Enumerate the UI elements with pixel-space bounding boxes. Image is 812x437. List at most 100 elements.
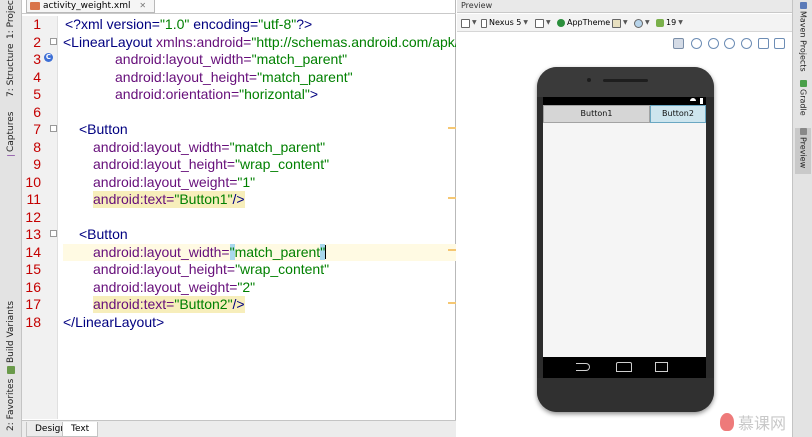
refresh-icon[interactable] xyxy=(741,38,752,49)
device-icon xyxy=(481,18,487,28)
navigation-bar xyxy=(543,357,706,378)
chevron-down-icon: ▼ xyxy=(546,19,551,26)
captures-tool-tab[interactable]: Captures xyxy=(2,112,20,156)
close-tab-icon[interactable]: ✕ xyxy=(139,1,146,10)
tab-divider xyxy=(22,13,456,14)
recent-apps-icon xyxy=(655,362,668,372)
zoom-out-icon[interactable] xyxy=(724,38,735,49)
stripe-mark[interactable] xyxy=(448,127,456,129)
captures-icon xyxy=(7,155,15,156)
preview-toolbar: ▼ Nexus 5 ▼ ▼ AppTheme ▼ ▼ 19 ▼ xyxy=(457,14,792,32)
device-dropdown[interactable]: Nexus 5 ▼ xyxy=(481,17,528,29)
chevron-down-icon: ▼ xyxy=(678,19,683,26)
api-level-dropdown[interactable]: 19 ▼ xyxy=(656,17,683,29)
code-line-current: android:layout_width="match_parent" xyxy=(93,243,327,260)
fold-marker-icon[interactable] xyxy=(50,38,57,45)
camera-icon xyxy=(587,78,591,82)
stripe-mark[interactable] xyxy=(448,197,456,199)
device-label: Nexus 5 xyxy=(489,18,522,27)
gradle-tool-tab[interactable]: Gradle xyxy=(795,80,811,122)
code-line: <Button xyxy=(79,121,128,137)
back-icon xyxy=(576,363,590,371)
line-number: 3 xyxy=(33,51,41,67)
code-line: android:layout_width="match_parent" xyxy=(115,51,348,67)
line-gutter: 1 2 3 4 5 6 7 8 9 10 11 12 13 14 15 16 1… xyxy=(22,16,58,419)
watermark: 慕课网 xyxy=(720,411,786,433)
line-number: 4 xyxy=(33,68,41,85)
line-number: 17 xyxy=(25,296,41,312)
line-number: 13 xyxy=(25,226,41,242)
home-icon xyxy=(616,362,632,372)
settings-icon[interactable] xyxy=(774,38,785,49)
project-tool-tab[interactable]: 1: Project xyxy=(2,0,20,42)
zoom-to-fit-icon[interactable] xyxy=(673,38,684,49)
preview-title: Preview xyxy=(457,0,792,13)
tab-text[interactable]: Text xyxy=(62,422,99,437)
fold-marker-icon[interactable] xyxy=(50,230,57,237)
device-top-bezel xyxy=(537,67,714,97)
stripe-mark[interactable] xyxy=(448,249,456,251)
maven-icon xyxy=(799,2,807,9)
gradle-label: Gradle xyxy=(798,89,808,116)
gradle-icon xyxy=(799,80,807,87)
line-number: 1 xyxy=(33,16,41,32)
device-screen[interactable]: Button1 Button2 xyxy=(543,97,706,378)
build-variants-tool-tab[interactable]: Build Variants xyxy=(2,296,20,374)
zoom-in-icon[interactable] xyxy=(708,38,719,49)
zoom-actual-icon[interactable] xyxy=(691,38,702,49)
structure-tool-tab[interactable]: 7: Structure xyxy=(2,44,20,100)
preview-button2[interactable]: Button2 xyxy=(650,105,706,123)
maven-projects-tool-tab[interactable]: Maven Projects xyxy=(795,2,811,72)
code-line: android:layout_height="wrap_content" xyxy=(93,156,330,172)
code-line: <?xml version="1.0" encoding="utf-8"?> xyxy=(65,16,313,32)
stripe-mark[interactable] xyxy=(448,302,456,304)
activity-icon xyxy=(612,18,621,28)
line-number: 5 xyxy=(33,86,41,102)
orientation-dropdown[interactable]: ▼ xyxy=(535,17,551,29)
maven-projects-label: Maven Projects xyxy=(798,11,808,72)
chevron-down-icon: ▼ xyxy=(523,19,528,26)
captures-tool-label: Captures xyxy=(6,112,16,153)
line-number: 16 xyxy=(25,278,41,295)
line-number: 10 xyxy=(25,173,41,190)
line-number: 18 xyxy=(25,313,41,330)
line-number: 11 xyxy=(26,191,41,207)
left-tool-strip: 1: Project 7: Structure Captures Build V… xyxy=(0,0,22,437)
code-area[interactable]: <?xml version="1.0" encoding="utf-8"?> <… xyxy=(63,16,456,419)
editor-mode-tabs: Design Text xyxy=(22,420,456,437)
code-line: android:text="Button2"/> xyxy=(93,296,245,313)
battery-icon xyxy=(700,98,703,104)
theme-label: AppTheme xyxy=(567,18,611,27)
preview-panel: Preview ▼ Nexus 5 ▼ ▼ AppTheme ▼ ▼ 19 ▼ Bu… xyxy=(457,0,792,437)
project-tool-label: 1: Project xyxy=(6,0,16,39)
favorites-tool-tab[interactable]: 2: Favorites xyxy=(2,379,20,434)
class-marker-icon[interactable]: C xyxy=(44,53,53,62)
activity-dropdown[interactable]: ▼ xyxy=(612,17,628,29)
fold-marker-icon[interactable] xyxy=(50,125,57,132)
code-line: android:layout_height="match_parent" xyxy=(115,68,353,85)
code-line: android:layout_weight="1" xyxy=(93,173,256,190)
preview-button1[interactable]: Button1 xyxy=(543,105,650,123)
android-icon xyxy=(656,19,664,27)
locale-dropdown[interactable]: ▼ xyxy=(634,17,650,29)
theme-icon xyxy=(557,19,565,27)
text-caret xyxy=(325,244,327,259)
line-number: 14 xyxy=(25,243,41,260)
chevron-down-icon: ▼ xyxy=(623,19,628,26)
zoom-toolbar xyxy=(457,33,792,53)
line-number: 7 xyxy=(33,121,41,137)
xml-editor[interactable]: activity_weight.xml ✕ 1 2 3 4 5 6 7 8 9 … xyxy=(22,0,456,437)
preview-tool-tab[interactable]: Preview xyxy=(795,128,811,174)
line-number: 9 xyxy=(33,156,41,172)
screenshot-icon[interactable] xyxy=(758,38,769,49)
speaker-grille xyxy=(603,79,648,82)
right-tool-strip: Maven Projects Gradle Preview xyxy=(792,0,812,437)
layout-file-dropdown[interactable]: ▼ xyxy=(461,17,477,29)
line-number: 8 xyxy=(33,138,41,155)
line-number: 6 xyxy=(33,103,41,120)
watermark-text: 慕课网 xyxy=(738,414,787,433)
file-tab-activity-weight[interactable]: activity_weight.xml ✕ xyxy=(26,0,156,13)
chevron-down-icon: ▼ xyxy=(472,19,477,26)
device-frame: Button1 Button2 xyxy=(537,67,714,412)
theme-dropdown[interactable]: AppTheme xyxy=(557,17,610,29)
